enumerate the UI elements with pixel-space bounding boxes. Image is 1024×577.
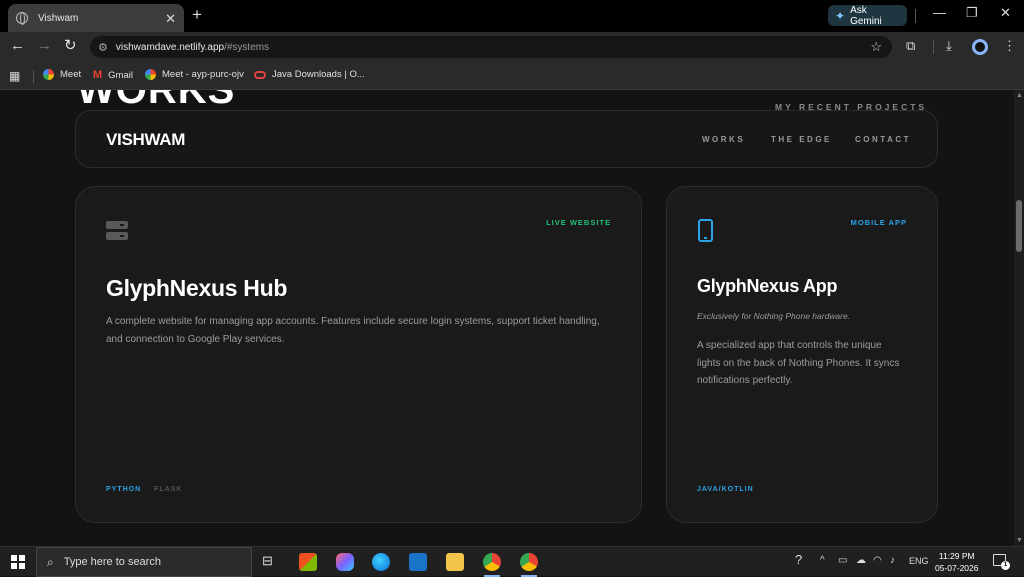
profile-avatar[interactable] [972, 39, 988, 55]
forward-button[interactable]: → [37, 38, 52, 53]
clock-date: 05-07-2026 [935, 563, 979, 573]
tab-title: Vishwam [38, 12, 79, 24]
scrollbar-thumb[interactable] [1016, 200, 1022, 252]
clock-time: 11:29 PM [938, 551, 975, 561]
bookmark-meet[interactable]: Meet [43, 69, 81, 80]
project-card-glyphnexus-hub[interactable]: LIVE WEBSITE GlyphNexus Hub A complete w… [75, 186, 642, 523]
google-icon [43, 69, 54, 80]
gemini-sparkle-icon: ✦ [835, 8, 846, 23]
bookmark-label: Meet - ayp-purc-ojv [162, 69, 244, 80]
nav-link-the-edge[interactable]: THE EDGE [771, 135, 832, 144]
bookmark-java-downloads[interactable]: Java Downloads | O... [254, 69, 365, 80]
server-icon [106, 221, 128, 240]
ask-gemini-label: Ask Gemini [850, 4, 882, 27]
page-viewport: WORKS MY RECENT PROJECTS VISHWAM WORKS T… [0, 90, 1014, 546]
chevron-up-icon[interactable]: ^ [820, 555, 825, 566]
divider [33, 70, 34, 83]
bookmark-meet-ayp[interactable]: Meet - ayp-purc-ojv [145, 69, 244, 80]
tech-stack: JAVA/KOTLIN [697, 486, 754, 493]
gmail-icon: M [93, 69, 103, 81]
page-scrollbar[interactable]: ▲ ▼ [1014, 90, 1024, 546]
edge-browser-icon[interactable] [372, 553, 390, 571]
project-card-glyphnexus-app[interactable]: MOBILE APP GlyphNexus App Exclusively fo… [666, 186, 938, 523]
project-description: A specialized app that controls the uniq… [697, 340, 900, 386]
browser-toolbar: ← → ↻ ⚙ vishwamdave.netlify.app/#systems… [0, 32, 1024, 62]
bookmark-label: Gmail [108, 69, 133, 81]
bookmark-label: Meet [60, 69, 82, 80]
nav-link-contact[interactable]: CONTACT [855, 135, 911, 144]
address-bar[interactable]: ⚙ vishwamdave.netlify.app/#systems ☆ [90, 36, 892, 58]
copilot-icon[interactable] [336, 553, 354, 571]
nav-link-works[interactable]: WORKS [702, 135, 745, 144]
minimize-button[interactable]: — [933, 6, 946, 19]
chrome-icon[interactable] [483, 553, 501, 577]
site-logo[interactable]: VISHWAM [106, 130, 185, 150]
bookmark-star-icon[interactable]: ☆ [870, 39, 882, 55]
project-tag: LIVE WEBSITE [546, 218, 611, 227]
search-placeholder: Type here to search [63, 556, 161, 568]
taskbar-search-box[interactable]: ⌕ Type here to search [36, 547, 252, 577]
divider [915, 9, 916, 23]
close-window-button[interactable]: ✕ [1000, 6, 1011, 19]
bookmark-gmail[interactable]: M Gmail [93, 69, 133, 81]
new-tab-button[interactable]: + [192, 6, 202, 23]
task-view-icon[interactable]: ⊟ [262, 553, 273, 569]
site-info-icon[interactable]: ⚙ [98, 41, 108, 54]
oracle-icon [254, 70, 266, 79]
cloud-icon[interactable]: ☁ [856, 555, 866, 566]
project-tag: MOBILE APP [850, 218, 907, 227]
menu-kebab-icon[interactable]: ⋮ [1003, 39, 1016, 52]
help-icon[interactable]: ? [795, 552, 802, 567]
language-indicator[interactable]: ENG [909, 556, 929, 566]
tab-close-button[interactable]: ✕ [165, 12, 176, 25]
back-button[interactable]: ← [10, 38, 25, 53]
apps-grid-icon[interactable]: ▦ [9, 69, 20, 83]
site-navbar: VISHWAM WORKS THE EDGE CONTACT [75, 110, 938, 168]
system-clock[interactable]: 11:29 PM 05-07-2026 [935, 550, 978, 574]
browser-tab-strip: Vishwam ✕ + ✦ Ask Gemini — ❐ ✕ [0, 0, 1024, 32]
notification-center-icon[interactable]: 1 [993, 554, 1010, 570]
reload-button[interactable]: ↻ [64, 38, 77, 53]
microsoft-store-icon[interactable] [299, 553, 317, 571]
project-title: GlyphNexus Hub [106, 275, 288, 301]
search-icon: ⌕ [47, 554, 54, 569]
project-description: A complete website for managing app acco… [106, 316, 600, 345]
bookmarks-bar: ▦ Meet M Gmail Meet - ayp-purc-ojv Java … [0, 62, 1024, 90]
bookmark-label: Java Downloads | O... [272, 69, 365, 80]
phone-icon [698, 219, 713, 242]
restore-button[interactable]: ❐ [966, 6, 978, 19]
scroll-down-arrow-icon[interactable]: ▼ [1016, 537, 1023, 544]
tech-tag: JAVA/KOTLIN [697, 486, 754, 493]
google-icon [145, 69, 156, 80]
tech-stack: PYTHON FLASK [106, 486, 182, 493]
divider [933, 40, 934, 54]
url-text: vishwamdave.netlify.app/#systems [115, 41, 270, 53]
tech-tag: PYTHON [106, 486, 142, 493]
tech-tag: FLASK [154, 486, 183, 493]
notification-count: 1 [1001, 561, 1010, 570]
scroll-up-arrow-icon[interactable]: ▲ [1016, 92, 1023, 99]
globe-icon [16, 12, 28, 25]
wifi-icon[interactable]: ◠ [873, 555, 882, 566]
extensions-icon[interactable]: ⧉ [906, 39, 915, 52]
ask-gemini-button[interactable]: ✦ Ask Gemini [828, 4, 907, 27]
windows-taskbar: ⌕ Type here to search ⊟ ? ^ ▭ ☁ ◠ ♪ ENG … [0, 546, 1024, 577]
battery-icon[interactable]: ▭ [838, 555, 847, 566]
browser-tab[interactable]: Vishwam ✕ [8, 4, 184, 32]
volume-icon[interactable]: ♪ [890, 555, 895, 566]
windows-start-icon[interactable] [11, 555, 25, 569]
project-title: GlyphNexus App [697, 276, 838, 296]
project-subtitle: Exclusively for Nothing Phone hardware. [697, 311, 851, 321]
chrome-icon[interactable] [520, 553, 538, 577]
downloads-icon[interactable]: ⤓ [946, 39, 952, 52]
file-explorer-icon[interactable] [446, 553, 464, 571]
outlook-icon[interactable] [409, 553, 427, 571]
